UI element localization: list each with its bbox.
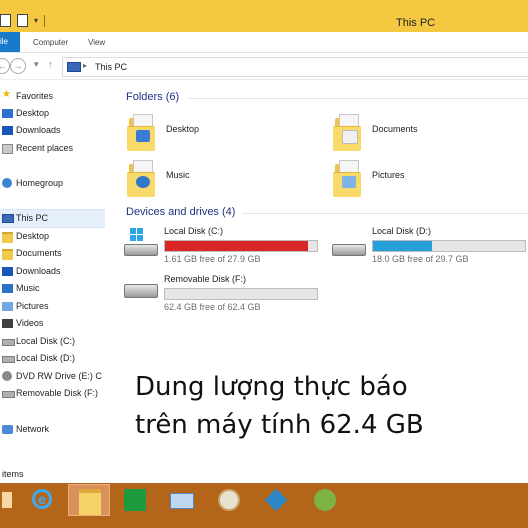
sidebar-item-pictures[interactable]: Pictures xyxy=(0,298,105,315)
removable-drive-icon xyxy=(122,274,158,310)
file-explorer-icon xyxy=(79,489,101,515)
address-bar[interactable]: ▸ This PC xyxy=(62,57,528,77)
folder-desktop[interactable]: Desktop xyxy=(126,112,316,154)
properties-icon[interactable] xyxy=(0,14,11,27)
new-folder-icon[interactable] xyxy=(17,14,28,27)
drive-local-disk-c[interactable]: Local Disk (C:) 1.61 GB free of 27.9 GB xyxy=(122,226,322,266)
taskbar-internet-explorer[interactable]: e xyxy=(22,485,62,515)
sidebar-item-local-disk-d[interactable]: Local Disk (D:) xyxy=(0,350,105,367)
drive-usage-bar xyxy=(164,240,318,252)
keyboard-icon xyxy=(170,493,194,509)
downloads-folder-icon xyxy=(2,267,13,276)
sidebar-item-homegroup[interactable]: Homegroup xyxy=(0,175,105,192)
removable-disk-icon xyxy=(2,391,15,398)
quick-access-toolbar: ▾ xyxy=(0,14,46,27)
internet-explorer-icon: e xyxy=(32,489,52,509)
documents-folder-icon xyxy=(2,249,13,260)
folders-section-header[interactable]: Folders (6) xyxy=(126,91,179,103)
sidebar-item-removable-disk[interactable]: Removable Disk (F:) xyxy=(0,385,105,402)
drives-section-header[interactable]: Devices and drives (4) xyxy=(126,206,235,218)
homegroup-icon xyxy=(2,178,12,188)
sidebar-item-desktop[interactable]: Desktop xyxy=(0,105,105,122)
ribbon-tabs: ile Computer View xyxy=(0,32,528,53)
sidebar-item-music[interactable]: Music xyxy=(0,280,105,297)
sidebar-item-documents[interactable]: Documents xyxy=(0,245,105,262)
drive-local-disk-d[interactable]: Local Disk (D:) 18.0 GB free of 29.7 GB xyxy=(330,226,528,266)
desktop-folder-icon xyxy=(126,112,156,151)
taskbar-file-explorer[interactable] xyxy=(68,484,110,516)
sidebar-item-downloads[interactable]: Downloads xyxy=(0,122,105,139)
this-pc-icon xyxy=(67,62,81,72)
sidebar-item-dvd-drive[interactable]: DVD RW Drive (E:) C xyxy=(0,368,105,385)
documents-folder-icon xyxy=(332,112,362,151)
up-button[interactable]: ↑ xyxy=(48,59,53,69)
drive-removable-disk-f[interactable]: Removable Disk (F:) 62.4 GB free of 62.4… xyxy=(122,274,322,314)
address-text: This PC xyxy=(95,62,128,72)
folder-documents[interactable]: Documents xyxy=(332,112,522,154)
tab-file[interactable]: ile xyxy=(0,32,20,52)
caption-line-1: Dung lượng thực báo xyxy=(135,372,408,402)
windows-drive-icon xyxy=(122,226,158,262)
kodi-icon xyxy=(264,488,288,512)
forward-button[interactable]: → xyxy=(10,58,26,74)
section-divider xyxy=(242,213,528,214)
recent-locations-icon[interactable]: ▾ xyxy=(34,59,39,70)
taskbar: e xyxy=(0,483,528,528)
taskbar-paint[interactable] xyxy=(208,485,248,515)
taskbar-app[interactable] xyxy=(304,485,344,515)
window-title: This PC xyxy=(396,17,436,29)
dvd-drive-icon xyxy=(2,371,12,381)
taskbar-kodi[interactable] xyxy=(256,485,296,515)
videos-folder-icon xyxy=(2,319,13,328)
this-pc-icon xyxy=(2,214,14,223)
sidebar-item-favorites[interactable]: ★ Favorites xyxy=(0,88,105,105)
folder-music[interactable]: Music xyxy=(126,158,316,200)
chevron-right-icon[interactable]: ▸ xyxy=(83,61,87,70)
network-icon xyxy=(2,425,13,434)
sidebar-item-this-pc[interactable]: This PC xyxy=(0,209,105,228)
hard-drive-icon xyxy=(330,226,366,262)
disk-icon xyxy=(2,356,15,363)
back-button[interactable]: ← xyxy=(0,58,10,74)
navigation-bar: ← → ▾ ↑ ▸ This PC xyxy=(0,53,528,80)
toolbar-divider xyxy=(44,14,46,27)
taskbar-store[interactable] xyxy=(114,485,154,515)
desktop-folder-icon xyxy=(2,232,13,243)
customize-toolbar-icon[interactable]: ▾ xyxy=(34,16,38,25)
tab-view[interactable]: View xyxy=(88,38,105,47)
paint-icon xyxy=(218,489,240,511)
drive-usage-bar xyxy=(164,288,318,300)
music-folder-icon xyxy=(2,284,13,293)
item-count: items xyxy=(2,469,24,479)
tab-computer[interactable]: Computer xyxy=(33,38,68,47)
section-divider xyxy=(188,98,528,99)
sidebar-item-desktop-folder[interactable]: Desktop xyxy=(0,228,105,245)
star-icon: ★ xyxy=(2,89,11,100)
downloads-icon xyxy=(2,126,13,135)
caption-line-2: trên máy tính 62.4 GB xyxy=(135,410,424,440)
sidebar-item-local-disk-c[interactable]: Local Disk (C:) xyxy=(0,333,105,350)
store-icon xyxy=(124,489,146,511)
start-icon xyxy=(2,492,12,508)
status-bar: items xyxy=(0,467,528,483)
recent-places-icon xyxy=(2,144,13,154)
title-bar: ▾ This PC xyxy=(0,0,528,32)
sidebar-item-network[interactable]: Network xyxy=(0,421,105,438)
pictures-folder-icon xyxy=(2,302,13,311)
pictures-folder-icon xyxy=(332,158,362,197)
desktop-icon xyxy=(2,109,13,118)
folder-pictures[interactable]: Pictures xyxy=(332,158,522,200)
sidebar-item-videos[interactable]: Videos xyxy=(0,315,105,332)
taskbar-keyboard[interactable] xyxy=(160,485,200,515)
drive-usage-bar xyxy=(372,240,526,252)
caption-overlay: Dung lượng thực báo trên máy tính 62.4 G… xyxy=(135,368,424,444)
sidebar-item-downloads-folder[interactable]: Downloads xyxy=(0,263,105,280)
navigation-pane: ★ Favorites Desktop Downloads Recent plac… xyxy=(0,82,105,467)
app-icon xyxy=(314,489,336,511)
sidebar-item-recent-places[interactable]: Recent places xyxy=(0,140,105,157)
disk-icon xyxy=(2,339,15,346)
music-folder-icon xyxy=(126,158,156,197)
